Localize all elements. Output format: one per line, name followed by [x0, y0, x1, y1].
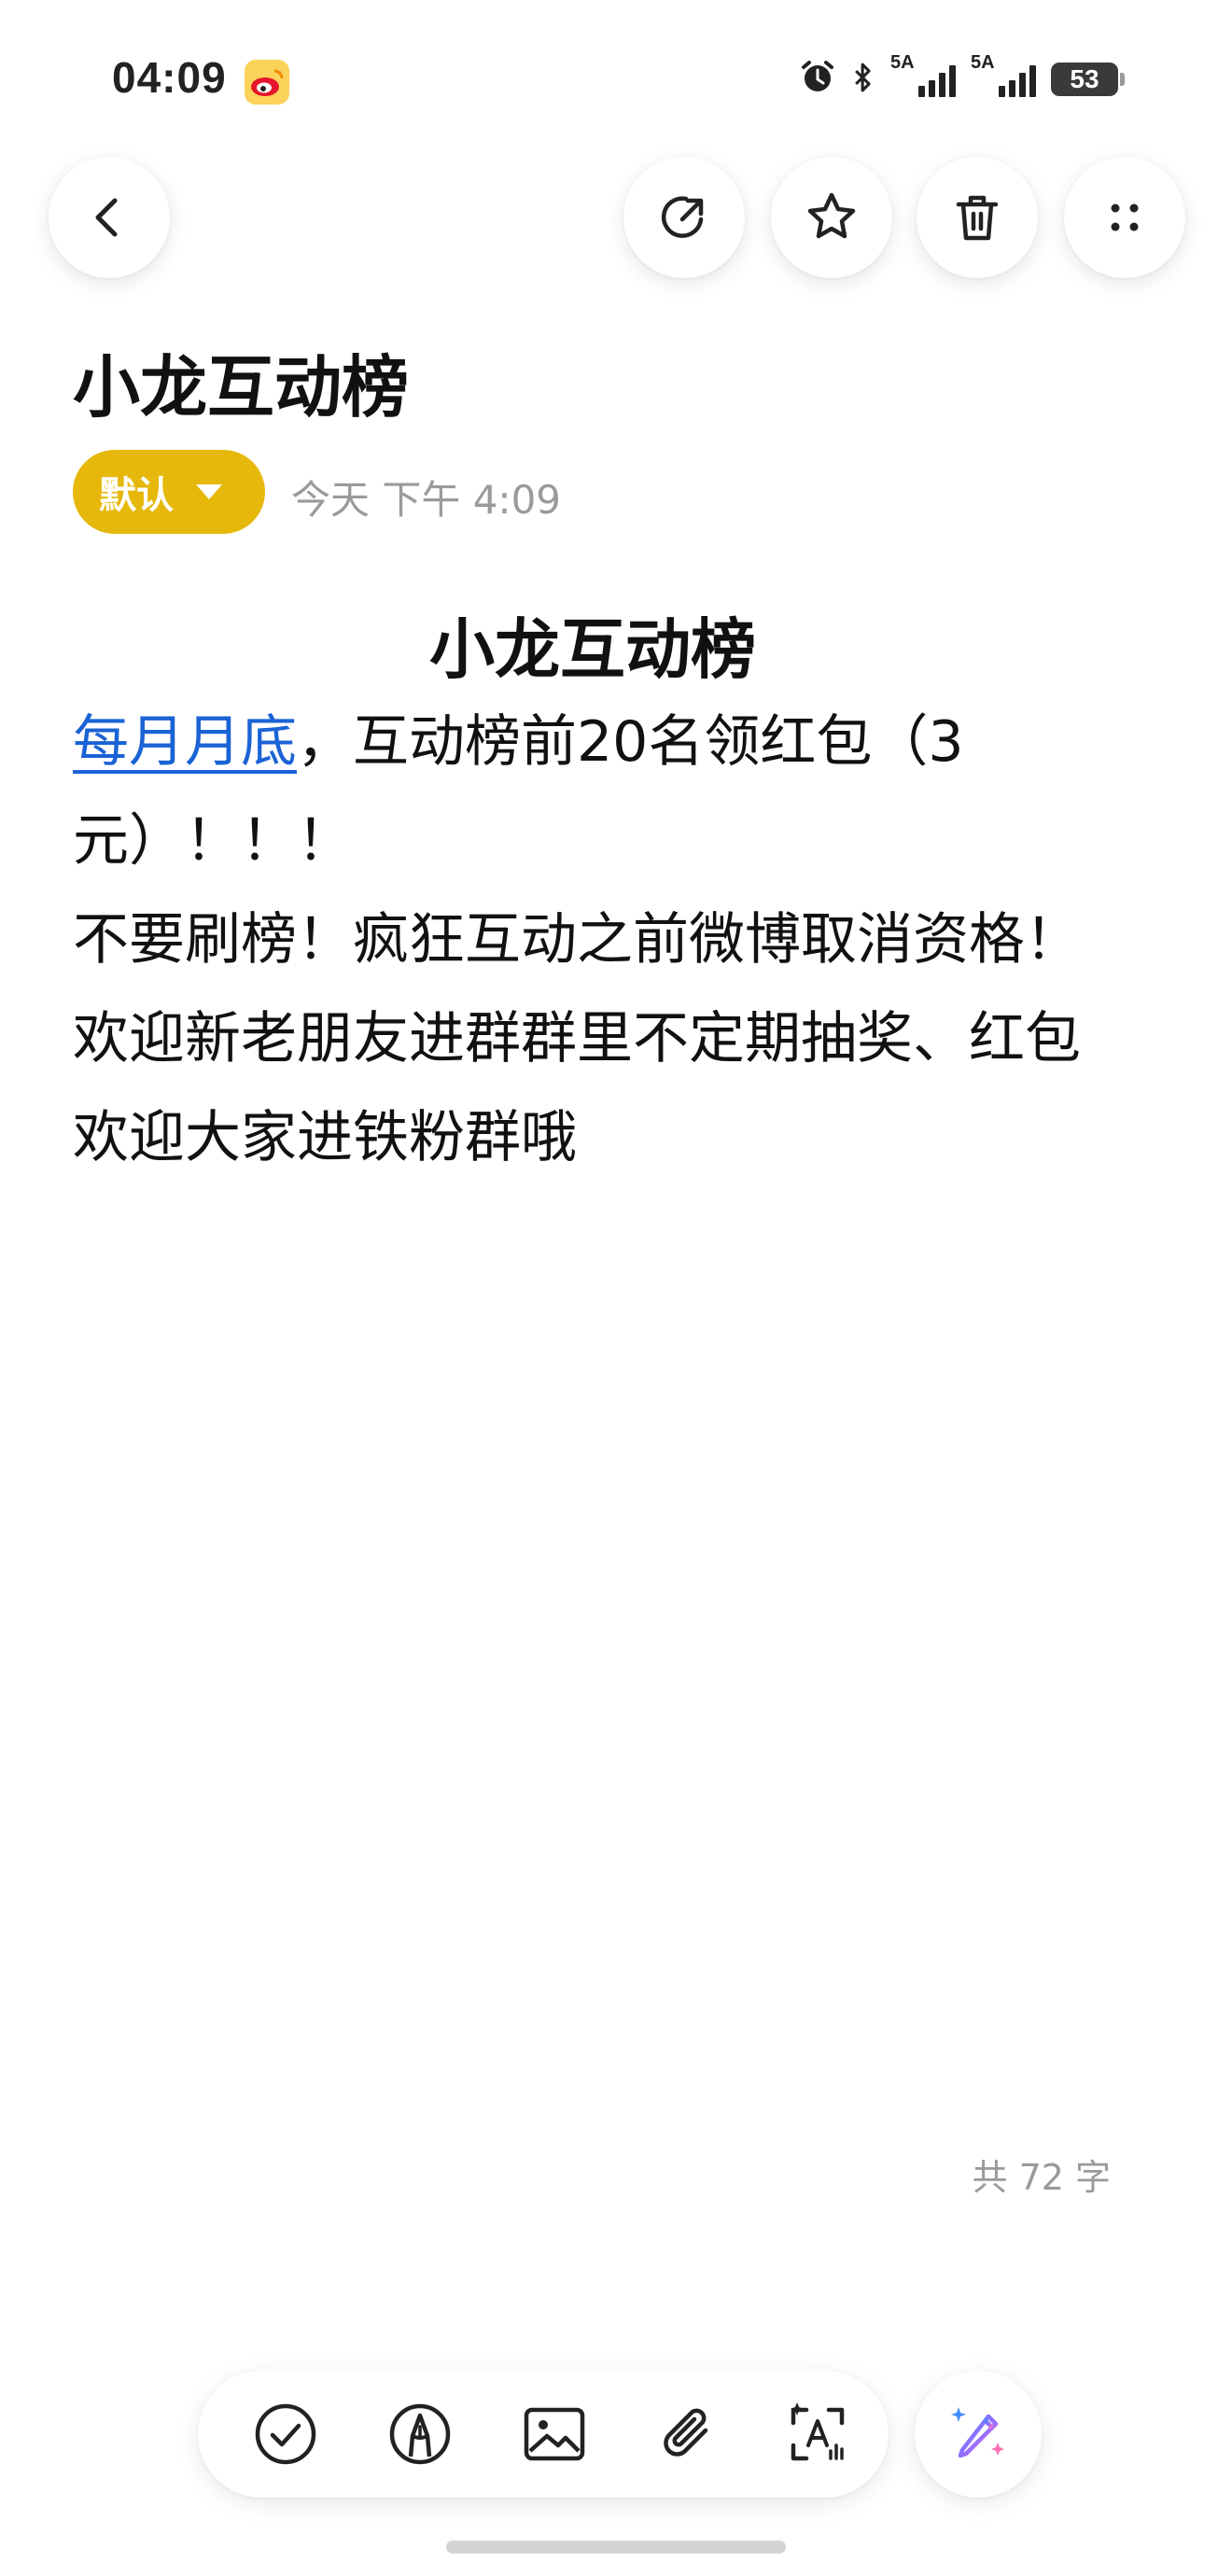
text-recognition-icon — [791, 2402, 845, 2461]
back-button[interactable] — [49, 157, 170, 278]
battery-icon: 53 — [1051, 63, 1125, 96]
word-count: 共 72 字 — [972, 2157, 1111, 2198]
note-date: 今天 下午 4:09 — [291, 477, 562, 523]
image-icon — [524, 2407, 585, 2461]
ai-magic-pen-icon — [951, 2407, 1004, 2458]
chevron-down-icon — [196, 484, 222, 499]
pen-button[interactable] — [381, 2395, 459, 2473]
share-icon — [661, 196, 704, 238]
favorite-button[interactable] — [771, 157, 892, 278]
pen-icon — [389, 2403, 451, 2465]
note-title[interactable]: 小龙互动榜 — [73, 332, 409, 430]
alarm-icon — [799, 59, 836, 100]
folder-label: 默认 — [99, 474, 174, 517]
signal-1-label: 5A — [890, 52, 915, 73]
attachment-icon — [664, 2408, 708, 2457]
date-link[interactable]: 每月月底 — [73, 709, 297, 775]
weibo-icon — [245, 60, 289, 105]
body-text-2: 不要刷榜！疯狂互动之前微博取消资格！欢迎新老朋友进群群里不定期抽奖、红包欢迎大家… — [73, 907, 1081, 1170]
content-heading[interactable]: 小龙互动榜 — [0, 597, 1185, 692]
editor-toolbar — [198, 2371, 889, 2498]
share-button[interactable] — [623, 157, 745, 278]
checklist-button[interactable] — [246, 2395, 325, 2473]
insert-image-button[interactable] — [515, 2395, 594, 2473]
attachment-button[interactable] — [650, 2395, 728, 2473]
status-time: 04:09 — [112, 53, 227, 102]
battery-level: 53 — [1070, 64, 1099, 93]
trash-icon — [956, 195, 999, 241]
folder-selector[interactable]: 默认 — [73, 450, 265, 534]
status-bar: 04:09 5A 5A 53 — [0, 47, 1232, 112]
more-button[interactable] — [1064, 157, 1185, 278]
text-recognition-button[interactable] — [778, 2395, 857, 2473]
note-page: 04:09 5A 5A 53 小龙互动榜 默认 今天 下午 4:09 小龙互动榜… — [0, 0, 1232, 2576]
signal-2-icon: 5A — [971, 52, 1036, 97]
checklist-icon — [255, 2403, 316, 2465]
home-indicator[interactable] — [446, 2541, 786, 2554]
status-icons: 5A 5A 53 — [799, 52, 1125, 103]
bluetooth-icon — [851, 59, 875, 100]
star-icon — [807, 192, 856, 239]
delete-button[interactable] — [917, 157, 1038, 278]
back-icon — [95, 198, 118, 237]
ai-assistant-button[interactable] — [915, 2371, 1042, 2498]
signal-2-label: 5A — [971, 52, 995, 73]
signal-1-icon: 5A — [890, 52, 956, 97]
note-body[interactable]: 每月月底，互动榜前20名领红包（3元）！！！ 不要刷榜！疯狂互动之前微博取消资格… — [73, 693, 1109, 1187]
more-icon — [1111, 203, 1139, 231]
